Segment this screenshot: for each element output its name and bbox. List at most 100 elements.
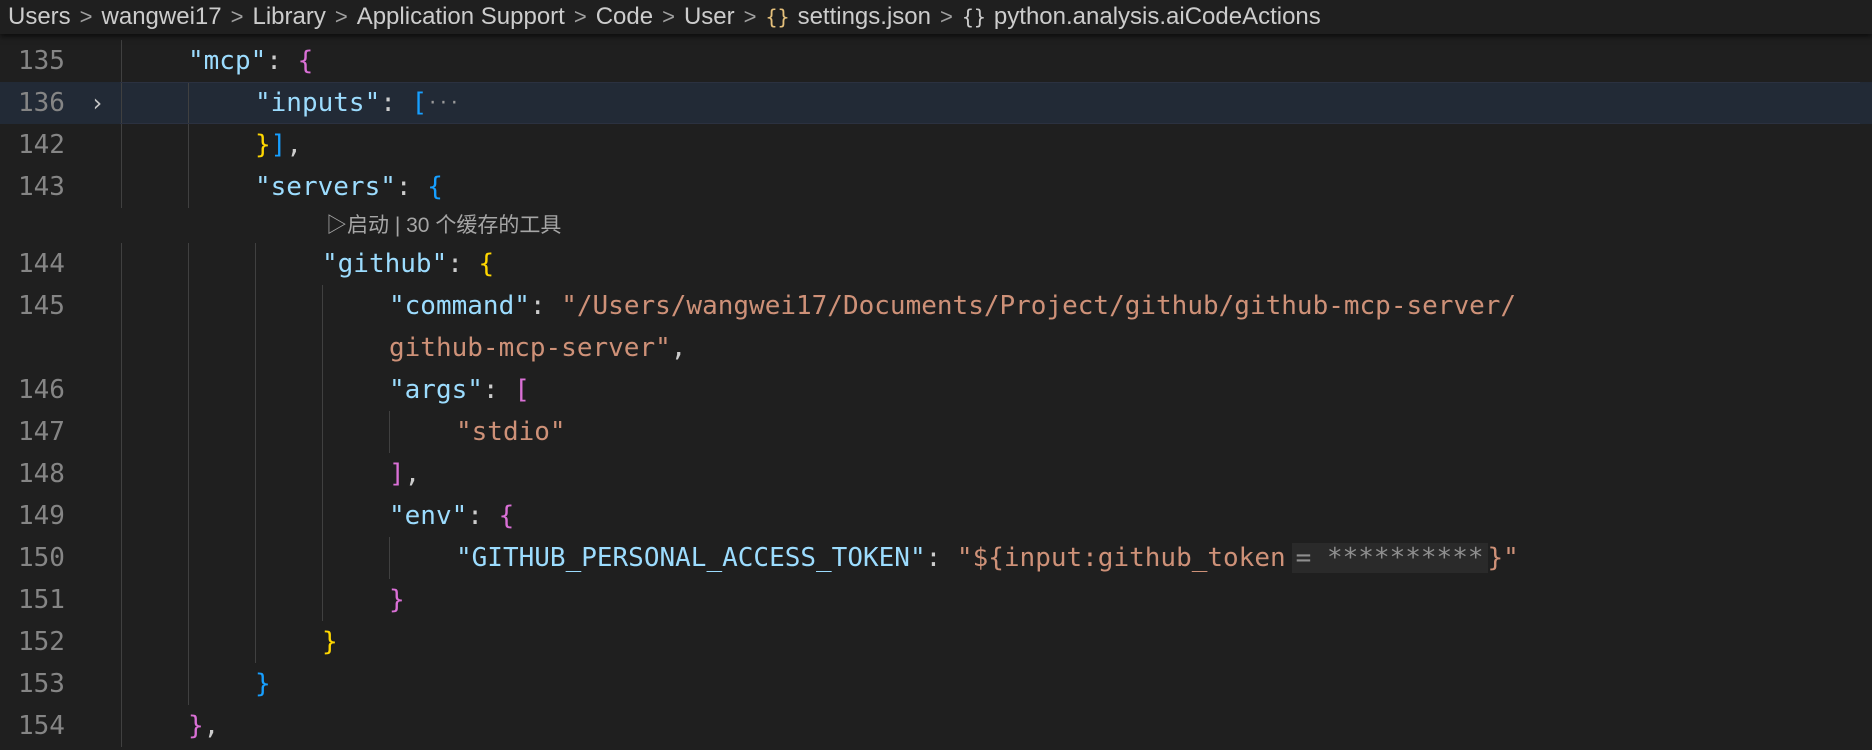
line-number: 145	[18, 291, 65, 321]
indent-guide	[322, 495, 323, 537]
object-symbol-icon: {}	[961, 5, 986, 29]
code-text: "servers": {	[255, 172, 443, 202]
code-line-144[interactable]: 144 "github": {	[0, 243, 1872, 285]
code-line-152[interactable]: 152 }	[0, 621, 1872, 663]
code-line-148[interactable]: 148 ],	[0, 453, 1872, 495]
indent-guide	[255, 537, 256, 579]
code-line-147[interactable]: 147 "stdio"	[0, 411, 1872, 453]
code-text: }	[255, 669, 271, 699]
code-text: "GITHUB_PERSONAL_ACCESS_TOKEN": "${input…	[456, 543, 1519, 573]
fold-expand-icon[interactable]: ›	[90, 82, 104, 124]
indent-guide	[121, 621, 122, 663]
indent-guide	[188, 82, 189, 124]
code-text: "command": "/Users/wangwei17/Documents/P…	[389, 291, 1517, 321]
token-inlay-hint[interactable]: = **********	[1291, 543, 1488, 573]
code-text: "env": {	[389, 501, 515, 531]
breadcrumb-item-wangwei17[interactable]: wangwei17	[93, 3, 222, 31]
code-line-142[interactable]: 142 }],	[0, 124, 1872, 166]
indent-guide	[188, 663, 189, 705]
code-line-145-wrap[interactable]: github-mcp-server",	[0, 327, 1872, 369]
code-line-135[interactable]: 135 "mcp": {	[0, 40, 1872, 82]
indent-guide	[121, 285, 122, 327]
chevron-right-icon: >	[79, 4, 93, 29]
indent-guide	[322, 579, 323, 621]
indent-guide	[322, 453, 323, 495]
code-text: }	[389, 585, 405, 615]
code-text: "stdio"	[456, 417, 566, 447]
breadcrumb-item-library[interactable]: Library	[243, 3, 325, 31]
line-number: 148	[18, 459, 65, 489]
code-line-143[interactable]: 143 "servers": {	[0, 166, 1872, 208]
line-number: 154	[18, 711, 65, 741]
indent-guide	[188, 411, 189, 453]
indent-guide	[121, 411, 122, 453]
indent-guide	[188, 243, 189, 285]
indent-guide	[121, 166, 122, 208]
chevron-right-icon: >	[334, 4, 348, 29]
indent-guide	[255, 579, 256, 621]
indent-guide	[121, 369, 122, 411]
indent-guide	[322, 327, 323, 369]
line-number: 136	[18, 88, 65, 118]
line-number: 146	[18, 375, 65, 405]
code-text: "inputs": [···	[255, 88, 460, 118]
breadcrumb: Users > wangwei17 > Library > Applicatio…	[0, 0, 1872, 34]
indent-guide	[121, 495, 122, 537]
indent-guide	[322, 411, 323, 453]
indent-guide	[188, 369, 189, 411]
mcp-server-codelens[interactable]: ▷启动 | 30 个缓存的工具	[326, 211, 561, 241]
code-line-136[interactable]: 136 › "inputs": [···	[0, 82, 1872, 124]
code-line-153[interactable]: 153 }	[0, 663, 1872, 705]
indent-guide	[255, 453, 256, 495]
chevron-right-icon: >	[573, 4, 587, 29]
code-text: }],	[255, 130, 302, 160]
line-number: 144	[18, 249, 65, 279]
indent-guide	[121, 82, 122, 124]
indent-guide	[188, 124, 189, 166]
json-file-icon: {}	[765, 5, 790, 29]
line-number: 135	[18, 46, 65, 76]
folded-region-ellipsis[interactable]: ···	[427, 93, 460, 114]
breadcrumb-item-users[interactable]: Users	[0, 3, 71, 31]
indent-guide	[322, 285, 323, 327]
breadcrumb-item-symbol[interactable]: {} python.analysis.aiCodeActions	[953, 3, 1321, 31]
indent-guide	[188, 537, 189, 579]
code-text: "args": [	[389, 375, 530, 405]
indent-guide	[255, 411, 256, 453]
indent-guide	[255, 369, 256, 411]
indent-guide	[121, 579, 122, 621]
chevron-right-icon: >	[939, 4, 953, 29]
line-number: 147	[18, 417, 65, 447]
breadcrumb-item-user[interactable]: User	[675, 3, 735, 31]
indent-guide	[322, 537, 323, 579]
code-line-145[interactable]: 145 "command": "/Users/wangwei17/Documen…	[0, 285, 1872, 327]
line-number: 150	[18, 543, 65, 573]
line-number: 153	[18, 669, 65, 699]
indent-guide	[188, 327, 189, 369]
indent-guide	[389, 537, 390, 579]
indent-guide	[121, 537, 122, 579]
indent-guide	[188, 285, 189, 327]
indent-guide	[188, 579, 189, 621]
indent-guide	[121, 124, 122, 166]
indent-guide	[322, 369, 323, 411]
indent-guide	[255, 327, 256, 369]
indent-guide	[255, 243, 256, 285]
code-line-151[interactable]: 151 }	[0, 579, 1872, 621]
code-text: ],	[389, 459, 421, 489]
indent-guide	[255, 495, 256, 537]
code-line-154[interactable]: 154 },	[0, 705, 1872, 747]
breadcrumb-item-code[interactable]: Code	[587, 3, 653, 31]
code-line-150[interactable]: 150 "GITHUB_PERSONAL_ACCESS_TOKEN": "${i…	[0, 537, 1872, 579]
code-text: "github": {	[322, 249, 495, 279]
code-line-149[interactable]: 149 "env": {	[0, 495, 1872, 537]
line-number: 142	[18, 130, 65, 160]
code-line-146[interactable]: 146 "args": [	[0, 369, 1872, 411]
chevron-right-icon: >	[743, 4, 757, 29]
line-number: 149	[18, 501, 65, 531]
code-text: github-mcp-server",	[389, 333, 687, 363]
line-number: 143	[18, 172, 65, 202]
breadcrumb-item-file[interactable]: {} settings.json	[756, 3, 931, 31]
breadcrumb-item-application-support[interactable]: Application Support	[348, 3, 565, 31]
code-text: "mcp": {	[188, 46, 314, 76]
